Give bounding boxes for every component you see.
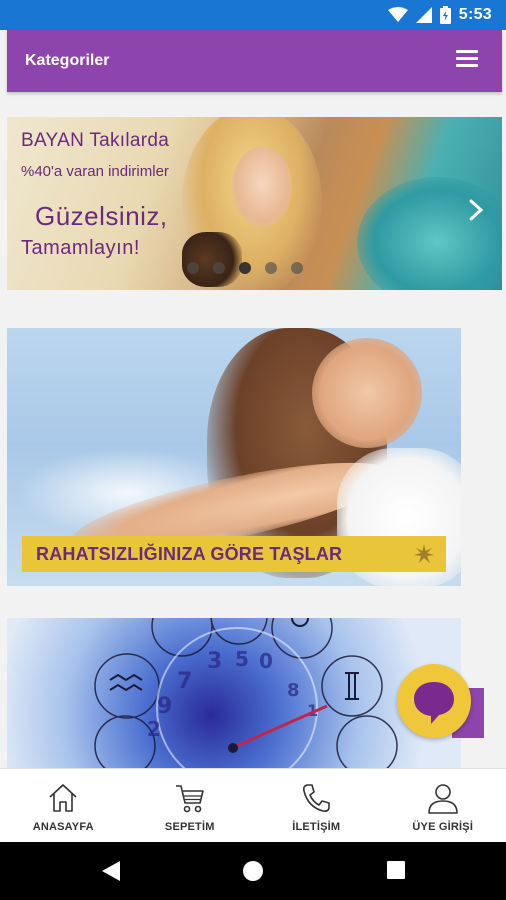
chat-button[interactable] <box>397 664 471 738</box>
menu-icon-line <box>456 57 478 60</box>
banner-label-text: RAHATSIZLIĞINIZA GÖRE TAŞLAR <box>36 544 343 564</box>
home-circle-icon[interactable] <box>242 860 264 882</box>
sparkle-icon <box>414 544 434 563</box>
nav-item-home[interactable]: ANASAYFA <box>0 769 127 842</box>
slider-subtitle: %40'a varan indirimler <box>21 163 169 180</box>
phone-icon <box>303 784 331 812</box>
slider-image-dress <box>357 177 502 290</box>
menu-icon-line <box>456 64 478 67</box>
back-icon[interactable] <box>100 860 122 882</box>
slider-headline-1: Güzelsiniz, <box>35 201 168 231</box>
nav-item-login[interactable]: ÜYE GİRİŞİ <box>380 769 506 842</box>
wifi-icon <box>387 7 408 22</box>
category-banner[interactable]: RAHATSIZLIĞINIZA GÖRE TAŞLAR <box>7 328 461 586</box>
slider-image-face <box>232 147 292 227</box>
svg-text:8: 8 <box>287 680 300 701</box>
nav-label: SEPETİM <box>164 821 215 833</box>
zodiac-wheel-image: 3 5 0 7 9 2 8 1 <box>94 618 398 768</box>
slider-dot[interactable] <box>187 262 199 274</box>
recents-icon[interactable] <box>386 860 406 880</box>
svg-text:3: 3 <box>207 649 222 674</box>
slider-title: BAYAN Takılarda <box>21 130 170 151</box>
bottom-nav: ANASAYFA SEPETİM İLETİŞİM ÜYE GİRİŞİ <box>0 768 506 842</box>
svg-text:9: 9 <box>157 694 172 719</box>
nav-item-contact[interactable]: İLETİŞİM <box>253 769 380 842</box>
user-icon <box>427 784 458 814</box>
slider-dot[interactable] <box>239 262 251 274</box>
banner-image-face <box>312 338 422 448</box>
status-icons: 5:53 <box>387 5 492 25</box>
status-bar: 5:53 <box>0 0 506 30</box>
svg-text:0: 0 <box>259 649 273 673</box>
nav-label: ANASAYFA <box>32 821 94 833</box>
cart-icon <box>175 785 204 813</box>
promo-slider[interactable]: BAYAN Takılarda %40'a varan indirimler G… <box>7 117 502 290</box>
chat-bubble-icon <box>414 682 454 724</box>
svg-text:2: 2 <box>147 717 161 741</box>
slider-headline-2: Tamamlayın! <box>21 237 140 259</box>
banner-label: RAHATSIZLIĞINIZA GÖRE TAŞLAR <box>22 536 446 572</box>
svg-text:7: 7 <box>177 669 192 694</box>
app-bar-title: Kategoriler <box>25 52 110 69</box>
signal-icon <box>415 7 432 23</box>
menu-button[interactable] <box>456 50 478 70</box>
slider-image-bracelet <box>182 232 242 287</box>
svg-text:5: 5 <box>235 647 249 671</box>
app-bar: Kategoriler <box>7 30 502 92</box>
status-time: 5:53 <box>458 6 492 23</box>
nav-item-cart[interactable]: SEPETİM <box>127 769 254 842</box>
slider-next-arrow-icon[interactable] <box>468 199 484 221</box>
battery-icon <box>439 6 451 24</box>
slider-dot[interactable] <box>265 262 277 274</box>
menu-icon-line <box>456 50 478 53</box>
zodiac-banner[interactable]: 3 5 0 7 9 2 8 1 <box>7 618 461 768</box>
slider-dots <box>187 262 303 274</box>
system-nav-bar <box>0 842 506 900</box>
nav-label: İLETİŞİM <box>292 821 341 833</box>
nav-label: ÜYE GİRİŞİ <box>412 821 474 833</box>
slider-dot[interactable] <box>213 262 225 274</box>
home-icon <box>49 784 77 812</box>
slider-dot[interactable] <box>291 262 303 274</box>
